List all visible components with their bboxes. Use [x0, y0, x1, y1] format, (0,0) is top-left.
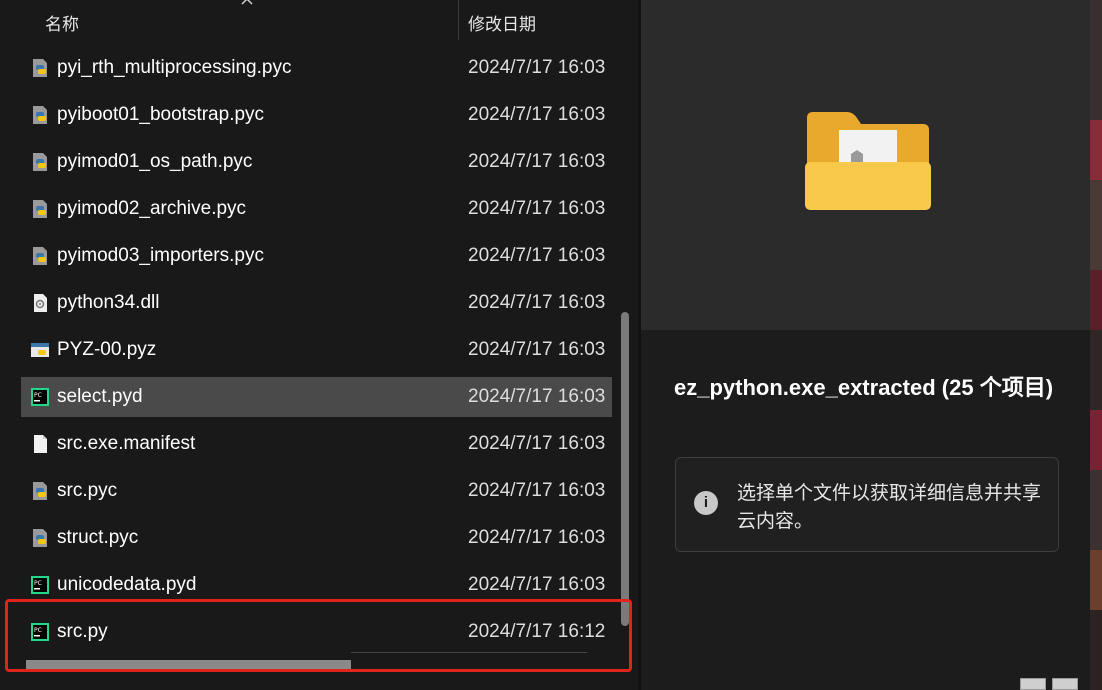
file-name: pyimod02_archive.pyc: [57, 198, 247, 219]
file-date: 2024/7/17 16:03: [468, 339, 606, 360]
file-date: 2024/7/17 16:03: [468, 245, 606, 266]
column-header-row: 名称 修改日期: [0, 0, 636, 40]
file-row[interactable]: pyiboot01_bootstrap.pyc 2024/7/17 16:03: [21, 95, 612, 135]
python-file-icon: [33, 200, 47, 218]
file-date: 2024/7/17 16:03: [468, 57, 606, 78]
file-name: pyiboot01_bootstrap.pyc: [57, 104, 265, 125]
details-pane: ez_python.exe_extracted (25 个项目) i 选择单个文…: [641, 0, 1090, 690]
info-message: 选择单个文件以获取详细信息并共享云内容。: [737, 483, 1042, 532]
info-icon: i: [694, 491, 718, 515]
file-date: 2024/7/17 16:03: [468, 198, 606, 219]
pycharm-file-icon: PC: [31, 388, 49, 406]
preview-thumbnail-area: [641, 0, 1090, 330]
file-date: 2024/7/17 16:03: [468, 433, 606, 454]
view-toggle-buttons: [1018, 676, 1080, 690]
sort-ascending-icon: [241, 0, 253, 5]
file-date: 2024/7/17 16:03: [468, 104, 606, 125]
file-date: 2024/7/17 16:03: [468, 527, 606, 548]
file-name: src.pyc: [57, 480, 118, 501]
info-card: i 选择单个文件以获取详细信息并共享云内容。: [675, 457, 1059, 552]
file-name: pyi_rth_multiprocessing.pyc: [57, 57, 292, 78]
file-row[interactable]: pyi_rth_multiprocessing.pyc 2024/7/17 16…: [21, 48, 612, 88]
pycharm-file-icon: PC: [31, 576, 49, 594]
file-name: pyimod03_importers.pyc: [57, 245, 264, 266]
file-date: 2024/7/17 16:03: [468, 574, 606, 595]
vertical-scrollbar-thumb[interactable]: [621, 312, 629, 626]
file-row[interactable]: pyimod03_importers.pyc 2024/7/17 16:03: [21, 236, 612, 276]
python-file-icon: [33, 247, 47, 265]
file-row[interactable]: python34.dll 2024/7/17 16:03: [21, 283, 612, 323]
column-header-date[interactable]: 修改日期: [468, 10, 536, 35]
pyz-file-icon: [31, 343, 49, 357]
python-file-icon: [33, 529, 47, 547]
svg-text:PC: PC: [34, 392, 42, 399]
svg-text:PC: PC: [34, 580, 42, 587]
file-row[interactable]: pyimod01_os_path.pyc 2024/7/17 16:03: [21, 142, 612, 182]
folder-icon: [805, 112, 931, 210]
file-row[interactable]: src.exe.manifest 2024/7/17 16:03: [21, 424, 612, 464]
file-name: src.exe.manifest: [57, 433, 196, 454]
file-date: 2024/7/17 16:03: [468, 151, 606, 172]
details-view-button[interactable]: [1020, 678, 1046, 690]
file-row[interactable]: struct.pyc 2024/7/17 16:03: [21, 518, 612, 558]
python-file-icon: [33, 482, 47, 500]
file-name: pyimod01_os_path.pyc: [57, 151, 253, 172]
file-name: unicodedata.pyd: [57, 574, 197, 595]
file-name: select.pyd: [57, 386, 143, 407]
tiles-view-button[interactable]: [1052, 678, 1078, 690]
python-file-icon: [33, 59, 47, 77]
file-name: struct.pyc: [57, 527, 139, 548]
file-row[interactable]: PYZ-00.pyz 2024/7/17 16:03: [21, 330, 612, 370]
column-header-name[interactable]: 名称: [45, 10, 79, 35]
file-name: python34.dll: [57, 292, 160, 313]
file-row[interactable]: src.pyc 2024/7/17 16:03: [21, 471, 612, 511]
blank-file-icon: [34, 435, 47, 453]
dll-file-icon: [34, 294, 47, 312]
file-row[interactable]: pyimod02_archive.pyc 2024/7/17 16:03: [21, 189, 612, 229]
column-separator[interactable]: [458, 0, 459, 40]
file-date: 2024/7/17 16:03: [468, 386, 606, 407]
file-date: 2024/7/17 16:03: [468, 480, 606, 501]
file-name: PYZ-00.pyz: [57, 339, 157, 360]
file-date: 2024/7/17 16:03: [468, 292, 606, 313]
folder-title: ez_python.exe_extracted (25 个项目): [674, 375, 1054, 400]
file-row-selected[interactable]: PC select.pyd 2024/7/17 16:03: [21, 377, 612, 417]
python-file-icon: [33, 106, 47, 124]
python-file-icon: [33, 153, 47, 171]
red-highlight-box: [5, 599, 632, 672]
background-window-strip: [1090, 0, 1102, 690]
file-list-pane: 名称 修改日期 pyi_rth_multiprocessing.pyc 2024…: [0, 0, 636, 690]
